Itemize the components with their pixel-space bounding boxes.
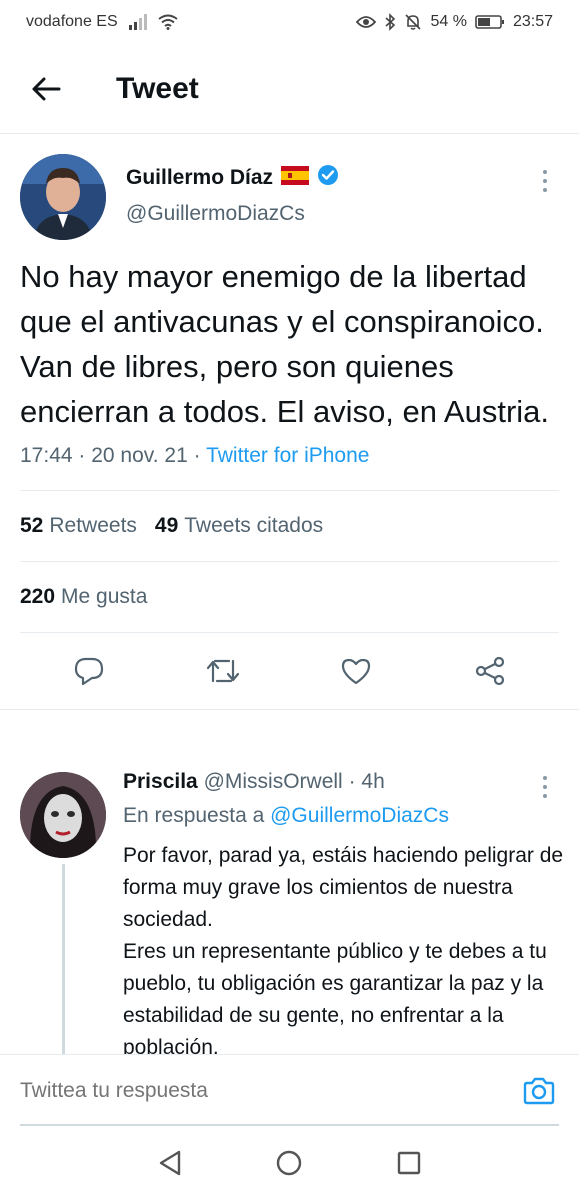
battery-label: 54 % xyxy=(430,13,467,30)
author-handle[interactable]: @GuillermoDiazCs xyxy=(126,202,305,226)
system-nav-bar xyxy=(0,1126,579,1200)
arrow-left-icon xyxy=(32,77,61,100)
tweet-time: 17:44 xyxy=(20,444,73,467)
meta-separator: · xyxy=(193,444,207,467)
like-button[interactable] xyxy=(334,649,378,693)
more-options-button[interactable] xyxy=(535,166,555,196)
reply-icon xyxy=(74,657,103,686)
camera-button[interactable] xyxy=(519,1071,559,1111)
status-bar-right: 54 % 23:57 xyxy=(356,13,553,31)
reply-text: Por favor, parad ya, estáis haciendo pel… xyxy=(123,840,568,1054)
wifi-icon xyxy=(158,14,178,30)
more-dot-icon xyxy=(543,776,547,780)
more-dot-icon xyxy=(543,785,547,789)
reply-button[interactable] xyxy=(67,649,111,693)
likes-label: Me gusta xyxy=(61,585,148,608)
reply-tweet[interactable]: Priscila @MissisOrwell · 4h En respuesta… xyxy=(0,754,579,1054)
nav-recents-button[interactable] xyxy=(389,1143,429,1183)
share-button[interactable] xyxy=(468,649,512,693)
author-display-name[interactable]: Guillermo Díaz xyxy=(126,166,273,190)
in-reply-to-prefix: En respuesta a xyxy=(123,804,265,827)
more-dot-icon xyxy=(543,170,547,174)
circle-home-icon xyxy=(277,1150,302,1176)
top-app-bar: Tweet xyxy=(0,44,579,134)
retweet-stats-row: 52 Retweets 49 Tweets citados xyxy=(20,491,559,561)
clock-label: 23:57 xyxy=(512,13,553,30)
reply-text-paragraph: Eres un representante público y te debes… xyxy=(123,940,547,1054)
author-name-row: Guillermo Díaz xyxy=(126,164,339,191)
mute-icon xyxy=(404,13,422,31)
camera-icon xyxy=(523,1077,555,1104)
retweets-label: Retweets xyxy=(49,514,137,537)
in-reply-to: En respuesta a @GuillermoDiazCs xyxy=(123,804,449,828)
share-icon xyxy=(476,656,505,686)
carrier-label: vodafone ES xyxy=(26,13,118,30)
verified-badge-icon xyxy=(317,164,339,191)
quotes-count: 49 xyxy=(154,514,179,537)
retweet-button[interactable] xyxy=(201,649,245,693)
reply-author-row: Priscila @MissisOrwell · 4h xyxy=(123,770,385,794)
retweet-icon xyxy=(206,659,239,683)
retweets-count: 52 xyxy=(20,514,44,537)
likes-count: 220 xyxy=(20,585,56,608)
more-dot-icon xyxy=(543,188,547,192)
back-button[interactable] xyxy=(16,59,76,119)
battery-icon xyxy=(475,14,505,30)
reply-age: 4h xyxy=(361,770,385,793)
likes-stats-row: 220 Me gusta xyxy=(20,562,559,632)
square-recents-icon xyxy=(397,1151,421,1175)
nav-home-button[interactable] xyxy=(269,1143,309,1183)
reply-handle[interactable]: @MissisOrwell xyxy=(204,770,343,793)
reply-more-options-button[interactable] xyxy=(535,772,555,802)
reply-separator: · xyxy=(348,770,362,793)
eye-icon xyxy=(356,15,377,29)
tweet-date: 20 nov. 21 xyxy=(91,444,188,467)
spain-flag-icon xyxy=(281,165,310,190)
reply-composer xyxy=(0,1054,579,1126)
reply-input[interactable] xyxy=(20,1078,519,1103)
signal-icon xyxy=(128,14,148,30)
thread-line xyxy=(62,864,65,1054)
quotes-stat[interactable]: 49 Tweets citados xyxy=(155,514,323,538)
reply-author-avatar[interactable] xyxy=(20,772,106,858)
status-bar-left: vodafone ES xyxy=(26,13,178,31)
more-dot-icon xyxy=(543,179,547,183)
tweet-text: No hay mayor enemigo de la libertad que … xyxy=(20,259,550,429)
likes-stat[interactable]: 220 Me gusta xyxy=(20,585,147,609)
bluetooth-icon xyxy=(384,13,396,31)
heart-icon xyxy=(342,658,371,685)
reply-display-name[interactable]: Priscila xyxy=(123,770,198,793)
page-title: Tweet xyxy=(116,71,199,105)
main-tweet: Guillermo Díaz @GuillermoDiazCs No hay m… xyxy=(0,134,579,710)
quotes-label: Tweets citados xyxy=(184,514,324,537)
in-reply-to-handle-link[interactable]: @GuillermoDiazCs xyxy=(270,804,449,827)
tweet-meta: 17:44 · 20 nov. 21 · Twitter for iPhone xyxy=(20,444,559,468)
retweets-stat[interactable]: 52 Retweets xyxy=(20,514,137,538)
nav-back-button[interactable] xyxy=(150,1143,190,1183)
more-dot-icon xyxy=(543,794,547,798)
tweet-source-link[interactable]: Twitter for iPhone xyxy=(206,444,369,467)
tweet-actions-bar xyxy=(0,633,579,710)
status-bar: vodafone ES 54 % 23:57 xyxy=(0,0,579,44)
meta-separator: · xyxy=(78,444,92,467)
triangle-back-icon xyxy=(159,1150,181,1176)
tweet-author-row: Guillermo Díaz @GuillermoDiazCs xyxy=(0,134,579,246)
reply-text-paragraph: Por favor, parad ya, estáis haciendo pel… xyxy=(123,844,564,931)
author-avatar[interactable] xyxy=(20,154,106,240)
